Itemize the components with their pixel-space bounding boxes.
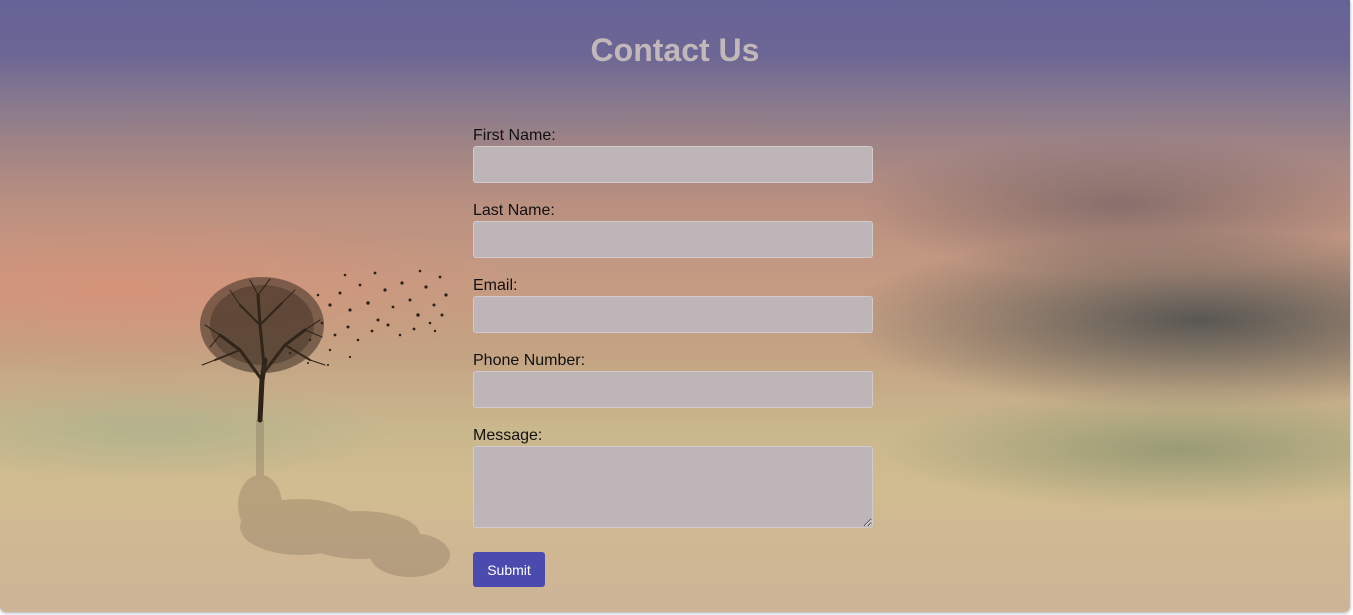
submit-button[interactable]: Submit [473,552,545,587]
page-title: Contact Us [590,32,760,68]
last-name-input[interactable] [473,221,873,258]
email-label: Email: [473,277,518,294]
first-name-label: First Name: [473,127,556,144]
tree-with-birds-icon [200,269,450,577]
phone-number-input[interactable] [473,371,873,408]
phone-number-label: Phone Number: [473,352,586,369]
message-textarea[interactable] [473,446,873,528]
last-name-label: Last Name: [473,202,555,219]
email-input[interactable] [473,296,873,333]
message-label: Message: [473,427,543,444]
page-background: Contact Us First Name: Last Name: Email:… [0,0,1350,612]
contact-form: First Name: Last Name: Email: Phone Numb… [473,126,873,587]
first-name-input[interactable] [473,146,873,183]
